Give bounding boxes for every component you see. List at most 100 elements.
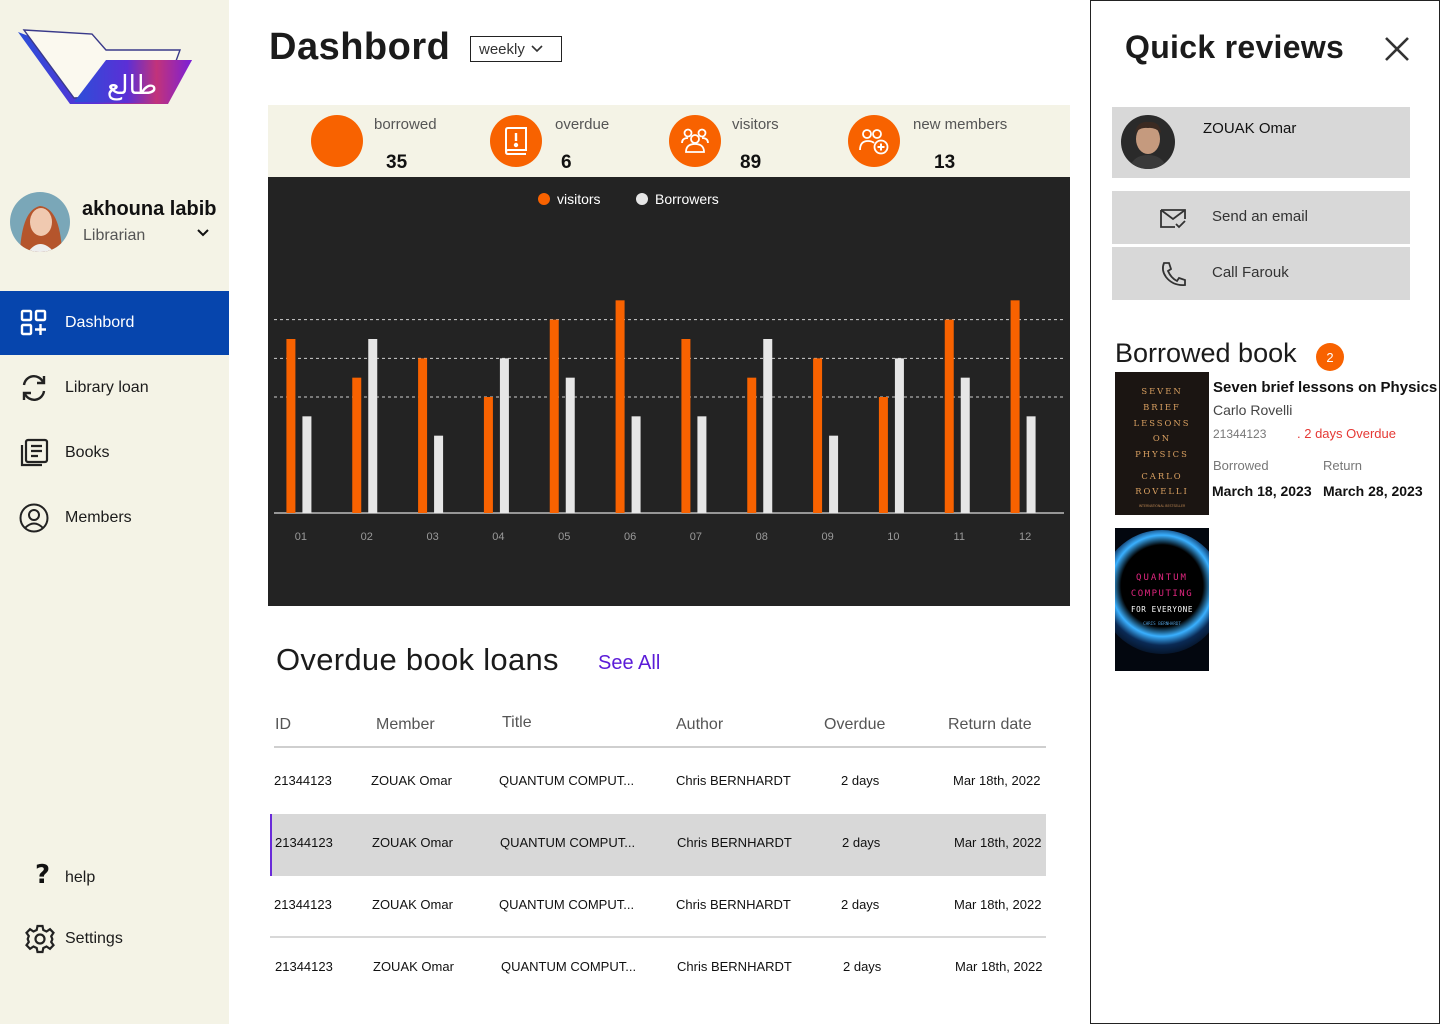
x-tick-label: 11 bbox=[954, 531, 965, 543]
cover-tagline: INTERNATIONAL BESTSELLER bbox=[1139, 504, 1186, 508]
refresh-icon bbox=[19, 373, 49, 403]
sidebar: طالع akhouna labib Librarian Dashbord Li… bbox=[0, 0, 229, 1024]
nav-label-members: Members bbox=[65, 509, 132, 526]
x-tick-label: 09 bbox=[821, 531, 833, 543]
chevron-down-icon[interactable] bbox=[196, 228, 210, 238]
book-author: Carlo Rovelli bbox=[1213, 402, 1293, 418]
bar-visitors-06 bbox=[615, 300, 625, 513]
cell-author: Chris BERNHARDT bbox=[677, 959, 792, 974]
call-button[interactable]: Call Farouk bbox=[1112, 247, 1410, 300]
cell-title: QUANTUM COMPUT... bbox=[500, 835, 636, 850]
bar-borrowers-09 bbox=[829, 435, 839, 513]
user-profile[interactable]: akhouna labib Librarian bbox=[10, 192, 225, 254]
cell-id: 21344123 bbox=[274, 897, 332, 912]
x-tick-label: 12 bbox=[1019, 531, 1031, 543]
stat-overdue[interactable]: overdue 6 bbox=[490, 115, 640, 173]
help-link[interactable]: ? help bbox=[0, 852, 229, 896]
cover-author: CHRIS BERNHARDT bbox=[1143, 621, 1181, 626]
x-tick-label: 02 bbox=[361, 531, 373, 543]
cover-line: PHYSICS bbox=[1135, 449, 1189, 459]
stat-borrowed[interactable]: borrowed 35 bbox=[311, 115, 461, 173]
phone-icon bbox=[1161, 262, 1186, 286]
cell-return-date: Mar 18th, 2022 bbox=[953, 773, 1041, 788]
mail-check-icon bbox=[1160, 209, 1186, 229]
book-cover-seven-lessons[interactable]: SEVEN BRIEF LESSONS ON PHYSICS CARLO ROV… bbox=[1115, 372, 1209, 515]
cover-line: SEVEN bbox=[1141, 386, 1182, 396]
x-tick-label: 05 bbox=[558, 531, 570, 543]
bar-visitors-02 bbox=[352, 377, 362, 513]
cell-return-date: Mar 18th, 2022 bbox=[954, 897, 1042, 912]
cell-member: ZOUAK Omar bbox=[372, 835, 453, 850]
table-row[interactable]: 21344123 ZOUAK Omar QUANTUM COMPUT... Ch… bbox=[270, 814, 1046, 876]
nav-item-members[interactable]: Members bbox=[0, 486, 229, 550]
cell-overdue: 2 days bbox=[841, 773, 880, 788]
cell-id: 21344123 bbox=[275, 835, 333, 850]
panel-title: Quick reviews bbox=[1125, 29, 1345, 65]
bar-borrowers-06 bbox=[631, 416, 641, 513]
nav-label-dashboard: Dashbord bbox=[65, 314, 135, 331]
column-header-id[interactable]: ID bbox=[275, 716, 291, 734]
bar-visitors-08 bbox=[747, 377, 757, 513]
cover-line: ON bbox=[1153, 433, 1171, 443]
send-email-label: Send an email bbox=[1212, 208, 1308, 225]
cover-line: ROVELLI bbox=[1135, 486, 1189, 496]
period-select[interactable]: weekly bbox=[470, 36, 562, 62]
table-row[interactable]: 21344123 ZOUAK Omar QUANTUM COMPUT... Ch… bbox=[270, 938, 1046, 1000]
bar-borrowers-12 bbox=[1026, 416, 1036, 513]
member-card[interactable]: ZOUAK Omar bbox=[1112, 107, 1410, 178]
stat-new-members[interactable]: new members 13 bbox=[848, 115, 1038, 173]
chevron-down-icon bbox=[531, 45, 543, 53]
return-label: Return bbox=[1323, 458, 1363, 473]
stat-borrowed-label: borrowed bbox=[374, 116, 437, 133]
stat-overdue-label: overdue bbox=[555, 116, 610, 133]
borrowed-count-badge: 2 bbox=[1316, 343, 1344, 371]
legend-label-visitors: visitors bbox=[557, 191, 601, 207]
stat-visitors[interactable]: visitors 89 bbox=[669, 115, 819, 173]
column-header-return-date[interactable]: Return date bbox=[948, 716, 1032, 734]
x-tick-label: 08 bbox=[756, 531, 768, 543]
table-row[interactable]: 21344123 ZOUAK Omar QUANTUM COMPUT... Ch… bbox=[270, 876, 1046, 938]
activity-chart: 01 02 03 04 05 06 07 08 09 10 11 12 visitors Borrower… bbox=[268, 177, 1070, 606]
cell-overdue: 2 days bbox=[843, 959, 882, 974]
bar-borrowers-03 bbox=[434, 435, 444, 513]
stat-new-members-value: 13 bbox=[934, 152, 956, 173]
stats-bar: borrowed 35 overdue 6 visitors 89 new me… bbox=[268, 105, 1070, 177]
settings-link[interactable]: Settings bbox=[0, 917, 229, 961]
cell-id: 21344123 bbox=[274, 773, 332, 788]
cell-overdue: 2 days bbox=[841, 897, 880, 912]
bar-borrowers-10 bbox=[894, 358, 904, 513]
column-header-overdue[interactable]: Overdue bbox=[824, 716, 885, 734]
x-tick-label: 01 bbox=[295, 531, 307, 543]
x-tick-label: 10 bbox=[887, 531, 899, 543]
bar-visitors-07 bbox=[681, 339, 691, 513]
cover-line: CARLO bbox=[1141, 471, 1182, 481]
nav-item-books[interactable]: Books bbox=[0, 421, 229, 485]
nav-item-dashboard[interactable]: Dashbord bbox=[0, 291, 229, 355]
bar-visitors-12 bbox=[1010, 300, 1020, 513]
see-all-link[interactable]: See All bbox=[598, 652, 660, 675]
bar-visitors-03 bbox=[418, 358, 428, 513]
cell-member: ZOUAK Omar bbox=[371, 773, 452, 788]
bar-borrowers-05 bbox=[565, 377, 575, 513]
bar-visitors-05 bbox=[549, 319, 559, 513]
bar-visitors-09 bbox=[813, 358, 823, 513]
bar-visitors-01 bbox=[286, 339, 296, 513]
send-email-button[interactable]: Send an email bbox=[1112, 191, 1410, 244]
nav-item-library-loan[interactable]: Library loan bbox=[0, 356, 229, 420]
borrowed-book-title: Borrowed book bbox=[1115, 338, 1297, 368]
app-logo[interactable]: طالع bbox=[14, 24, 194, 110]
stat-visitors-label: visitors bbox=[732, 116, 779, 133]
table-row[interactable]: 21344123 ZOUAK Omar QUANTUM COMPUT... Ch… bbox=[270, 752, 1046, 814]
bar-borrowers-08 bbox=[763, 339, 773, 513]
cell-overdue: 2 days bbox=[842, 835, 881, 850]
column-header-member[interactable]: Member bbox=[376, 716, 435, 734]
return-date: March 28, 2023 bbox=[1323, 483, 1423, 499]
bar-visitors-10 bbox=[878, 397, 888, 513]
close-icon[interactable] bbox=[1383, 35, 1411, 63]
column-header-author[interactable]: Author bbox=[676, 716, 723, 734]
stat-visitors-value: 89 bbox=[740, 152, 762, 173]
column-header-title[interactable]: Title bbox=[502, 714, 532, 732]
book-cover-quantum-computing[interactable]: QUANTUM COMPUTING FOR EVERYONE CHRIS BER… bbox=[1115, 528, 1209, 671]
cover-line: COMPUTING bbox=[1131, 589, 1193, 599]
legend-label-borrowers: Borrowers bbox=[655, 191, 719, 207]
